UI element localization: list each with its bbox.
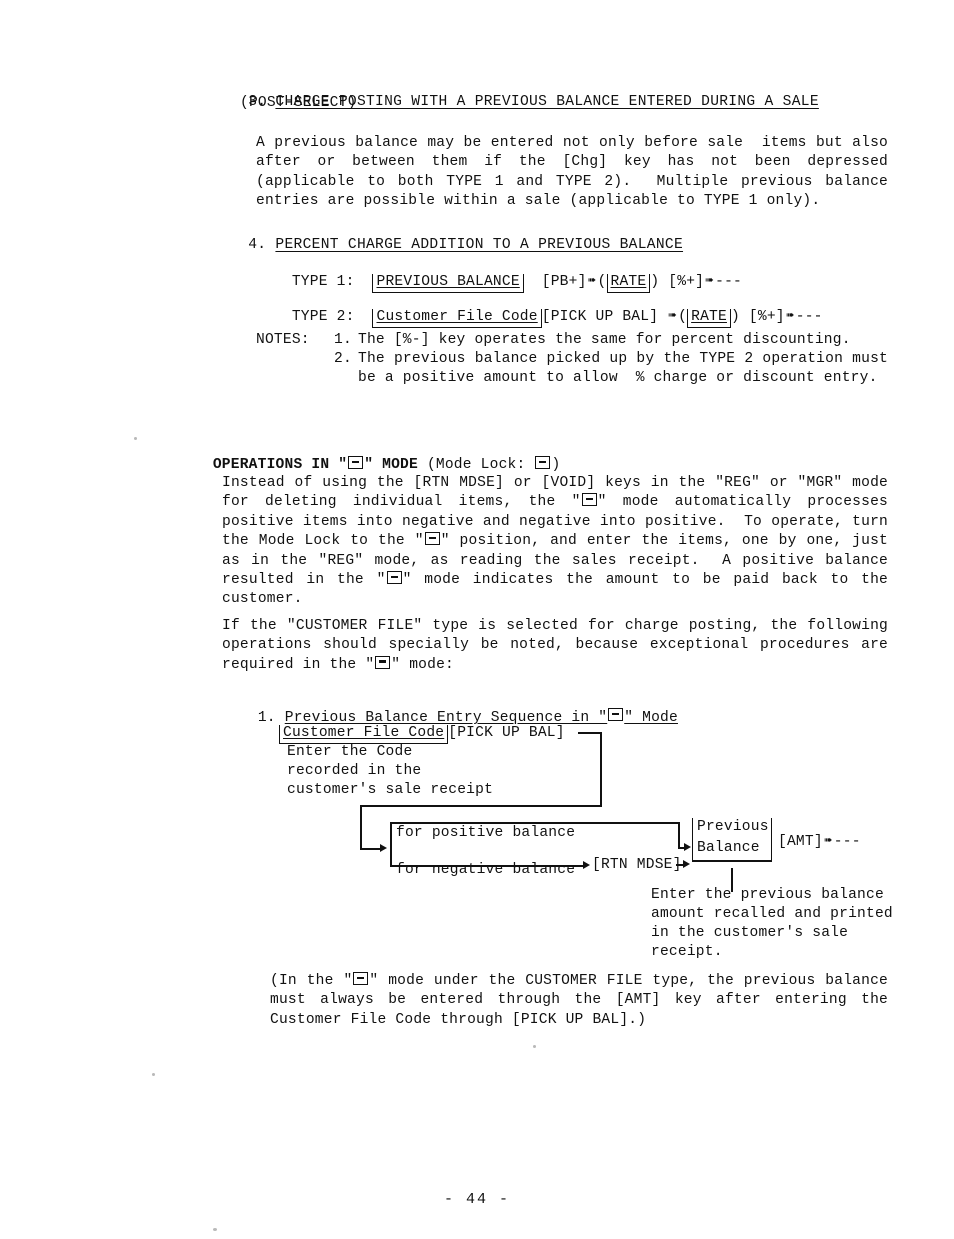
positive-route-drop [678,822,680,848]
diagram-code-box-text: Customer File Code [PICK UP BAL] [279,724,565,744]
connector-return-horizontal [360,805,602,807]
arrowhead-icon [583,861,590,869]
positive-balance-label: for positive balance [396,825,576,841]
scan-speck [152,1073,155,1076]
scan-speck [213,1228,217,1231]
arrowhead-icon [380,844,387,852]
previous-balance-line-1: Previous [697,819,769,835]
diagram-note-line-2: amount recalled and printed [651,906,893,922]
diagram-note-line-4: receipt. [651,944,723,960]
connector-top-vertical [600,732,602,806]
amt-key-label: [AMT] [778,834,823,850]
diagram-code-note-line-1: Enter the Code [287,744,413,760]
branch-spine [390,822,392,866]
diagram-code-note-line-2: recorded in the [287,763,422,779]
diagram-code-note-line-3: customer's sale receipt [287,782,494,798]
minus-mode-icon [353,972,369,985]
page-number: - 44 - [443,1191,510,1208]
diagram-pickup-key: [PICK UP BAL] [448,725,565,741]
previous-balance-line-2: Balance [697,840,760,856]
amt-key: [AMT]➠--- [778,833,861,852]
rtn-mdse-key: [RTN MDSE] [592,857,682,873]
previous-balance-box-underline [692,860,772,862]
diagram-note-line-1: Enter the previous balance [651,887,884,903]
connector-into-branch [360,848,382,850]
connector-left-vertical [360,805,362,849]
arrowhead-icon [683,860,690,868]
diagram-note-line-3: in the customer's sale [651,925,849,941]
closing-text-a: (In the " [270,973,353,989]
arrowhead-icon [684,843,691,851]
closing-paragraph: (In the " " mode under the CUSTOMER FILE … [270,972,888,1030]
diagram-tail: --- [833,834,861,850]
previous-balance-flow-diagram: Customer File Code [PICK UP BAL] Enter th… [0,0,954,1239]
document-page: 3. CHARGE POSTING WITH A PREVIOUS BALANC… [0,0,954,1239]
arrow-glyph: ➠ [823,834,833,850]
diagram-code-box: Customer File Code [279,725,449,744]
negative-balance-label: for negative balance [396,862,576,878]
scan-speck [134,437,137,440]
scan-speck [533,1045,536,1048]
connector-top-horizontal [578,732,602,734]
